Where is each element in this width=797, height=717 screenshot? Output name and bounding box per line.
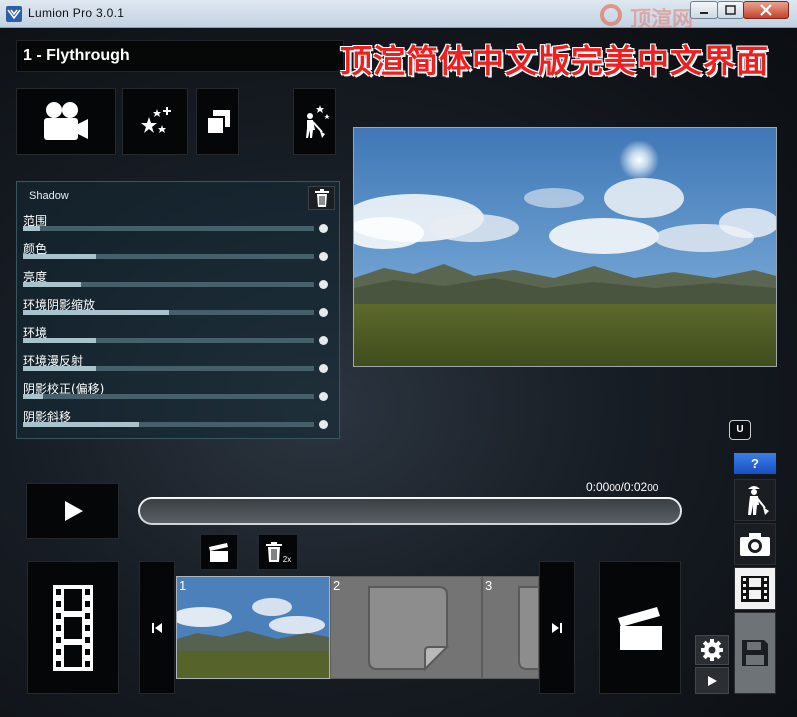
clip-number: 3: [485, 578, 493, 593]
build-mode-button[interactable]: [734, 479, 776, 521]
clip-placeholder-3[interactable]: 3: [482, 576, 539, 679]
record-clip-button[interactable]: [599, 561, 681, 694]
clip-number: 1: [179, 578, 187, 593]
slider-track[interactable]: [23, 338, 314, 343]
slider-end-knob[interactable]: [319, 392, 328, 401]
slider-fill: [23, 394, 44, 399]
edit-build-button[interactable]: [293, 88, 336, 155]
small-play-button[interactable]: [695, 667, 729, 694]
promo-banner: 顶渲简体中文版完美中文界面: [340, 42, 770, 80]
clip-number: 2: [333, 578, 341, 593]
clip-placeholder-2[interactable]: 2: [330, 576, 482, 679]
slider-track[interactable]: [23, 310, 314, 315]
next-clip-button[interactable]: [539, 561, 575, 694]
slider-fill: [23, 310, 169, 315]
movie-camera-button[interactable]: [16, 88, 116, 155]
save-button[interactable]: [734, 612, 776, 694]
close-button[interactable]: [743, 1, 789, 19]
time-total: /0:02: [620, 480, 648, 494]
play-icon: [708, 675, 717, 686]
slider-fill: [23, 282, 82, 287]
worker-shovel-stars-icon: [305, 104, 330, 138]
time-total-frames: 00: [647, 483, 659, 494]
slider-end-knob[interactable]: [319, 336, 328, 345]
movie-camera-icon: [44, 101, 88, 140]
slider-end-knob[interactable]: [319, 308, 328, 317]
slider-track[interactable]: [23, 226, 314, 231]
clapperboard-icon: [618, 606, 662, 650]
window-title: Lumion Pro 3.0.1: [28, 6, 125, 20]
previous-clip-button[interactable]: [139, 561, 175, 694]
effect-settings-panel: Shadow 范围 颜色 亮度 环境阴影缩放 环境 环境漫反射 阴影校正(偏移) 阴影斜移: [16, 181, 340, 439]
gear-icon: [701, 639, 723, 661]
project-name-field[interactable]: 1 - Flythrough: [16, 40, 344, 72]
time-display: 0:0000/0:0200: [586, 480, 658, 494]
slider-track[interactable]: [23, 254, 314, 259]
minimize-button[interactable]: [690, 1, 718, 19]
clip-camera-button[interactable]: [200, 534, 238, 570]
film-strip-icon: [741, 575, 769, 602]
photo-mode-button[interactable]: [734, 523, 776, 565]
landscape-preview-image: [354, 128, 776, 366]
lumion-logo-icon: [6, 6, 22, 22]
clip-landscape-image: [177, 577, 329, 678]
slider-end-knob[interactable]: [319, 280, 328, 289]
camera-icon: [740, 533, 770, 556]
timeline-scrubber[interactable]: [138, 497, 682, 525]
slider-end-knob[interactable]: [319, 252, 328, 261]
time-current-frames: 00: [609, 483, 621, 494]
time-current: 0:00: [586, 480, 610, 494]
slider-fill: [23, 254, 96, 259]
trash-icon: [265, 542, 282, 562]
blank-clip-icon: [368, 586, 450, 672]
delete-effect-button[interactable]: [308, 186, 335, 210]
worker-shovel-icon: [748, 486, 769, 515]
watermark-logo: 顶渲网: [598, 2, 694, 31]
slider-end-knob[interactable]: [319, 364, 328, 373]
slider-track[interactable]: [23, 394, 314, 399]
scene-preview-viewport[interactable]: [353, 127, 777, 367]
slider-track[interactable]: [23, 422, 314, 427]
slider-track[interactable]: [23, 366, 314, 371]
floppy-disk-icon: [742, 640, 768, 666]
slider-fill: [23, 422, 140, 427]
slider-fill: [23, 338, 96, 343]
clip-thumbnail-1[interactable]: 1: [176, 576, 330, 679]
slider-fill: [23, 366, 96, 371]
trash-icon: [314, 189, 329, 207]
slider-end-knob[interactable]: [319, 420, 328, 429]
title-bar: Lumion Pro 3.0.1 顶渲网: [0, 0, 797, 31]
copy-icon: [205, 109, 230, 135]
effect-title: Shadow: [29, 190, 69, 202]
slider-fill: [23, 226, 41, 231]
settings-button[interactable]: [695, 635, 729, 665]
skip-back-icon: [152, 622, 162, 633]
slider-track[interactable]: [23, 282, 314, 287]
film-strip-icon: [53, 584, 93, 671]
slider-end-knob[interactable]: [319, 224, 328, 233]
add-effect-button[interactable]: [122, 88, 188, 155]
play-button[interactable]: [26, 483, 119, 539]
clone-button[interactable]: [196, 88, 239, 155]
film-strip-button[interactable]: [27, 561, 119, 694]
sparkle-stars-icon: [141, 106, 171, 133]
movie-mode-button[interactable]: [734, 567, 776, 610]
clapperboard-icon: [209, 543, 228, 562]
skip-forward-icon: [552, 622, 562, 633]
maximize-button[interactable]: [717, 1, 744, 19]
unit-toggle-button[interactable]: U: [729, 420, 751, 440]
delete-clip-multiplier: 2x: [282, 554, 292, 564]
help-button[interactable]: ?: [734, 453, 776, 474]
play-icon: [64, 501, 83, 521]
delete-clip-button[interactable]: 2x: [258, 534, 298, 570]
